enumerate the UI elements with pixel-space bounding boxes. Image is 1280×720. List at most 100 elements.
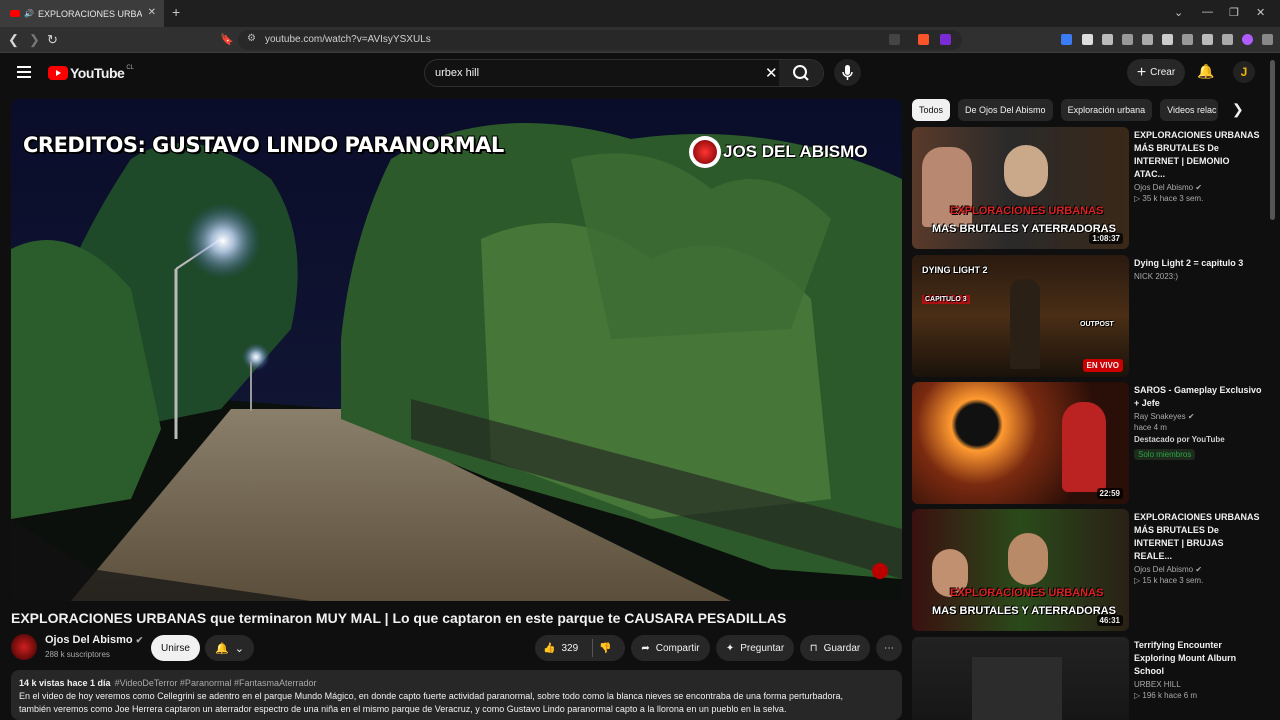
create-button[interactable]: + Crear [1127, 59, 1185, 86]
subscribe-bell-button[interactable]: 🔔 ⌄ [205, 635, 254, 661]
channel-name: Ojos Del Abismo ✔ [1134, 183, 1262, 192]
verified-icon: ✔ [1195, 183, 1203, 192]
extension-icon[interactable] [1082, 34, 1093, 45]
extension-icon[interactable] [1102, 34, 1113, 45]
video-thumbnail[interactable]: 22:59 [912, 382, 1129, 504]
extension-icon[interactable] [1061, 34, 1072, 45]
close-tab-icon[interactable]: ✕ [148, 7, 156, 18]
watermark-text: JOS DEL ABISMO [723, 142, 868, 161]
channel-name-text: Ojos Del Abismo [45, 634, 133, 646]
url-text: youtube.com/watch?v=AVIsyYSXULs [265, 34, 431, 45]
puzzle-icon[interactable] [1122, 34, 1133, 45]
channel-name-text[interactable]: Ray Snakeyes [1134, 412, 1186, 421]
video-title[interactable]: Terrifying Encounter Exploring Mount Alb… [1134, 639, 1262, 678]
person-image [1004, 145, 1048, 197]
browser-tabbar: 🔊 EXPLORACIONES URBANAS q ✕ + ⌄ — ❐ ✕ [0, 0, 1280, 27]
thumbs-up-icon: 👍 [543, 642, 556, 654]
close-window-icon[interactable]: ✕ [1256, 6, 1265, 19]
video-thumbnail[interactable]: DYING LIGHT 2 CAPITULO 3 OUTPOST EN VIVO [912, 255, 1129, 377]
restore-icon[interactable]: ❐ [1229, 6, 1239, 19]
channel-watermark[interactable]: JOS DEL ABISMO [689, 136, 868, 168]
video-thumbnail[interactable]: EXPLORACIONES URBANAS MAS BRUTALES Y ATE… [912, 509, 1129, 631]
chip-urban-exploration[interactable]: Exploración urbana [1060, 99, 1153, 121]
avatar[interactable]: J [1233, 61, 1255, 83]
search-button[interactable] [779, 60, 823, 86]
recommended-video[interactable]: EXPLORACIONES URBANAS MAS BRUTALES Y ATE… [912, 509, 1262, 631]
scrollbar[interactable] [1270, 60, 1275, 220]
thumbnail-text: MAS BRUTALES Y ATERRADORAS [932, 605, 1116, 617]
video-info: EXPLORACIONES URBANAS MÁS BRUTALES De IN… [1134, 129, 1262, 203]
channel-avatar[interactable] [11, 634, 37, 660]
notifications-icon[interactable]: 🔔 [1197, 63, 1214, 80]
wallet-icon[interactable] [1182, 34, 1193, 45]
minimize-icon[interactable]: — [1202, 6, 1213, 18]
reload-icon[interactable]: ↻ [47, 32, 58, 48]
share-icon: ➦ [641, 642, 650, 654]
search-input[interactable]: urbex hill ✕ [424, 59, 824, 87]
duration-badge: 46:31 [1096, 615, 1123, 626]
views-icon: ▷ [1134, 194, 1141, 203]
dislike-button[interactable]: 👎 [599, 643, 611, 654]
video-thumbnail[interactable] [912, 637, 1129, 720]
profile-icon[interactable] [1242, 34, 1253, 45]
speaker-icon[interactable]: 🔊 [24, 9, 34, 18]
site-info-icon[interactable]: ⚙ [247, 33, 256, 44]
channel-name[interactable]: NICK 2023:) [1134, 272, 1262, 281]
save-button[interactable]: ⊓ Guardar [800, 635, 870, 661]
channel-name[interactable]: URBEX HILL [1134, 680, 1262, 689]
leo-icon[interactable] [1202, 34, 1213, 45]
country-code: CL [126, 65, 134, 71]
recommended-video[interactable]: DYING LIGHT 2 CAPITULO 3 OUTPOST EN VIVO… [912, 255, 1262, 377]
video-title[interactable]: SAROS - Gameplay Exclusivo + Jefe [1134, 384, 1262, 410]
more-icon: ⋯ [884, 642, 894, 654]
clear-search-icon[interactable]: ✕ [765, 64, 778, 82]
channel-name[interactable]: Ojos Del Abismo ✔ [45, 634, 143, 646]
chip-all[interactable]: Todos [912, 99, 951, 121]
browser-tab[interactable]: 🔊 EXPLORACIONES URBANAS q ✕ [0, 0, 164, 27]
like-button[interactable]: 👍 329 [543, 643, 578, 654]
join-button[interactable]: Unirse [151, 635, 200, 661]
tab-search-icon[interactable]: ⌄ [1174, 6, 1183, 19]
chip-related[interactable]: Videos relac [1160, 99, 1219, 121]
brave-rewards-icon[interactable] [940, 34, 951, 45]
channel-name-text[interactable]: Ojos Del Abismo [1134, 183, 1193, 192]
hashtags[interactable]: #VideoDeTerror #Paranormal #FantasmaAter… [115, 678, 317, 688]
vpn-icon[interactable] [1222, 34, 1233, 45]
bookmark-icon[interactable]: 🔖 [220, 33, 234, 46]
menu-icon[interactable] [1262, 34, 1273, 45]
brave-shield-icon[interactable] [918, 34, 929, 45]
description-box[interactable]: 14 k vistas hace 1 día #VideoDeTerror #Pa… [11, 670, 902, 720]
sidebar-icon[interactable] [1162, 34, 1173, 45]
guide-menu-icon[interactable] [17, 66, 31, 81]
voice-search-button[interactable] [834, 59, 861, 86]
cast-icon[interactable] [889, 34, 900, 45]
ask-button[interactable]: ✦ Preguntar [716, 635, 794, 661]
address-bar[interactable]: ⚙ youtube.com/watch?v=AVIsyYSXULs [238, 30, 962, 50]
chip-channel[interactable]: De Ojos Del Abismo [958, 99, 1053, 121]
recommended-video[interactable]: Terrifying Encounter Exploring Mount Alb… [912, 637, 1262, 720]
music-icon[interactable] [1142, 34, 1153, 45]
like-dislike-group: 👍 329 👎 [535, 635, 625, 661]
thumbnail-text: DYING LIGHT 2 [922, 265, 988, 275]
recommended-video[interactable]: EXPLORACIONES URBANAS MAS BRUTALES Y ATE… [912, 127, 1262, 249]
like-count: 329 [561, 642, 579, 654]
chevron-right-icon[interactable]: ❯ [1232, 101, 1244, 118]
filter-chips: Todos De Ojos Del Abismo Exploración urb… [912, 99, 1219, 121]
recommended-video[interactable]: 22:59 SAROS - Gameplay Exclusivo + Jefe … [912, 382, 1262, 504]
video-meta: ▷ 35 k hace 3 sem. [1134, 194, 1262, 203]
youtube-logo[interactable]: YouTube CL [48, 65, 134, 81]
video-player[interactable]: CREDITOS: GUSTAVO LINDO PARANORMAL JOS D… [11, 99, 902, 601]
more-actions-button[interactable]: ⋯ [876, 635, 902, 661]
video-title[interactable]: EXPLORACIONES URBANAS MÁS BRUTALES De IN… [1134, 129, 1262, 181]
new-tab-button[interactable]: + [172, 4, 180, 20]
channel-name-text[interactable]: Ojos Del Abismo [1134, 565, 1193, 574]
thumbnail-text: CAPITULO 3 [922, 295, 970, 304]
forward-icon[interactable]: ❯ [29, 32, 40, 48]
share-button[interactable]: ➦ Compartir [631, 635, 710, 661]
video-thumbnail[interactable]: EXPLORACIONES URBANAS MAS BRUTALES Y ATE… [912, 127, 1129, 249]
video-title[interactable]: Dying Light 2 = capitulo 3 [1134, 257, 1262, 270]
video-meta: ▷ 196 k hace 6 m [1134, 691, 1262, 700]
back-icon[interactable]: ❮ [8, 32, 19, 48]
channel-name: Ray Snakeyes ✔ [1134, 412, 1262, 421]
video-title[interactable]: EXPLORACIONES URBANAS MÁS BRUTALES De IN… [1134, 511, 1262, 563]
